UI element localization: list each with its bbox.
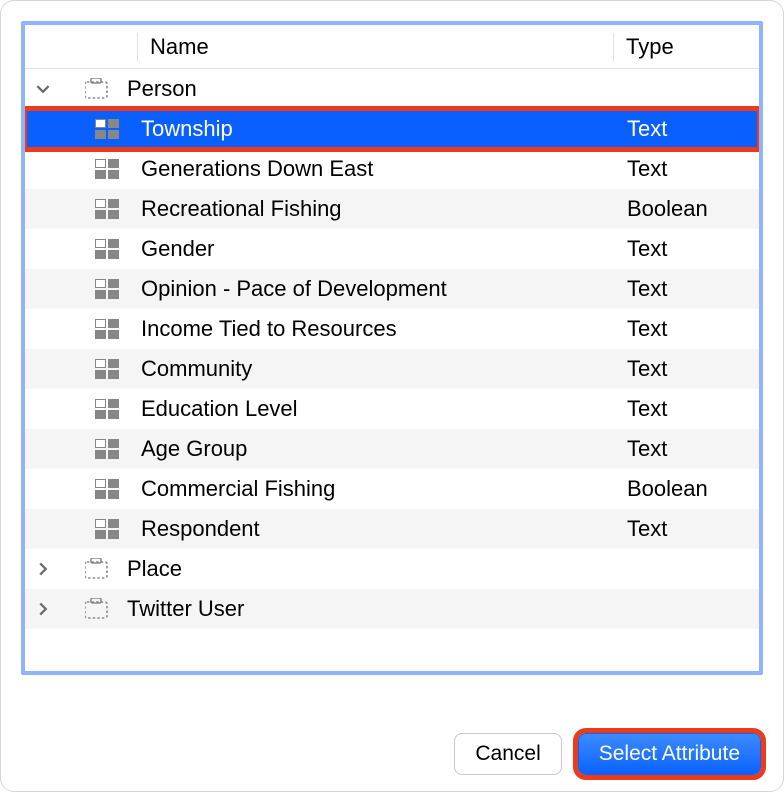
chevron-right-icon[interactable]	[33, 559, 53, 579]
attribute-name: Generations Down East	[119, 156, 613, 182]
classification-icon	[85, 78, 111, 100]
classification-icon	[85, 598, 111, 620]
category-name: Person	[111, 76, 613, 102]
select-attribute-button[interactable]: Select Attribute	[578, 733, 761, 775]
attribute-type: Text	[613, 356, 759, 382]
attribute-icon	[95, 519, 119, 539]
classification-icon	[85, 558, 111, 580]
attribute-name: Commercial Fishing	[119, 476, 613, 502]
attribute-name: Community	[119, 356, 613, 382]
attribute-row[interactable]: Age GroupText	[25, 429, 759, 469]
attribute-type: Text	[613, 436, 759, 462]
attribute-row[interactable]: GenderText	[25, 229, 759, 269]
attribute-row[interactable]: TownshipText	[25, 109, 759, 149]
attribute-tree-frame: Name Type PersonTownshipTextGenerations …	[21, 21, 763, 675]
select-attribute-dialog: Name Type PersonTownshipTextGenerations …	[0, 0, 784, 792]
attribute-name: Age Group	[119, 436, 613, 462]
table-header: Name Type	[25, 25, 759, 69]
attribute-type: Boolean	[613, 476, 759, 502]
attribute-name: Respondent	[119, 516, 613, 542]
chevron-right-icon[interactable]	[33, 599, 53, 619]
header-type[interactable]: Type	[613, 33, 759, 61]
attribute-name: Recreational Fishing	[119, 196, 613, 222]
attribute-type: Text	[613, 316, 759, 342]
attribute-type: Text	[613, 516, 759, 542]
attribute-name: Township	[119, 116, 613, 142]
attribute-row[interactable]: CommunityText	[25, 349, 759, 389]
attribute-row[interactable]: Generations Down EastText	[25, 149, 759, 189]
attribute-icon	[95, 199, 119, 219]
attribute-type: Boolean	[613, 196, 759, 222]
attribute-row[interactable]: Commercial FishingBoolean	[25, 469, 759, 509]
category-row[interactable]: Place	[25, 549, 759, 589]
attribute-type: Text	[613, 276, 759, 302]
header-name[interactable]: Name	[137, 33, 613, 61]
category-row[interactable]: Person	[25, 69, 759, 109]
attribute-tree[interactable]: PersonTownshipTextGenerations Down EastT…	[25, 69, 759, 629]
attribute-type: Text	[613, 236, 759, 262]
attribute-type: Text	[613, 396, 759, 422]
attribute-icon	[95, 399, 119, 419]
attribute-row[interactable]: Opinion - Pace of DevelopmentText	[25, 269, 759, 309]
attribute-row[interactable]: Income Tied to ResourcesText	[25, 309, 759, 349]
attribute-icon	[95, 359, 119, 379]
attribute-icon	[95, 479, 119, 499]
chevron-down-icon[interactable]	[33, 79, 53, 99]
attribute-row[interactable]: Education LevelText	[25, 389, 759, 429]
category-name: Place	[111, 556, 613, 582]
attribute-name: Gender	[119, 236, 613, 262]
dialog-footer: Cancel Select Attribute	[454, 733, 761, 775]
attribute-row[interactable]: Recreational FishingBoolean	[25, 189, 759, 229]
category-name: Twitter User	[111, 596, 613, 622]
attribute-icon	[95, 239, 119, 259]
attribute-icon	[95, 159, 119, 179]
attribute-icon	[95, 319, 119, 339]
attribute-name: Income Tied to Resources	[119, 316, 613, 342]
attribute-row[interactable]: RespondentText	[25, 509, 759, 549]
attribute-name: Opinion - Pace of Development	[119, 276, 613, 302]
cancel-button[interactable]: Cancel	[454, 733, 561, 775]
attribute-icon	[95, 439, 119, 459]
attribute-icon	[95, 279, 119, 299]
attribute-name: Education Level	[119, 396, 613, 422]
category-row[interactable]: Twitter User	[25, 589, 759, 629]
attribute-type: Text	[613, 156, 759, 182]
attribute-icon	[95, 119, 119, 139]
attribute-type: Text	[613, 116, 759, 142]
